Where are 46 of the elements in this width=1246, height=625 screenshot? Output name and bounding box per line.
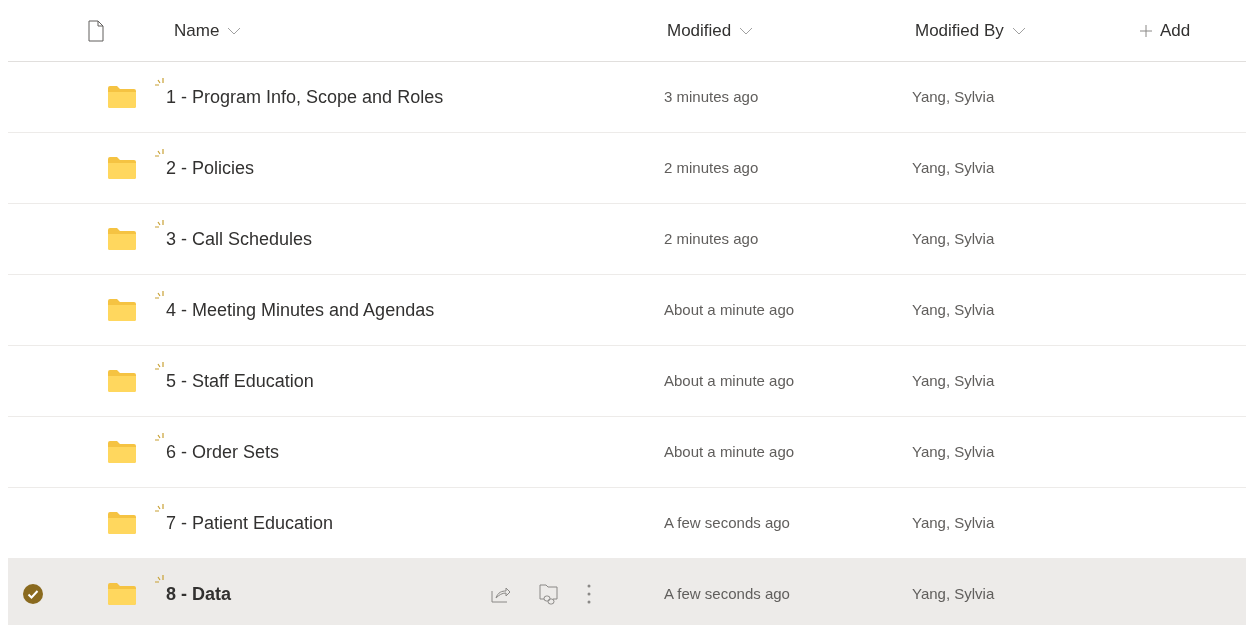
checkmark-circle-icon[interactable] <box>23 584 43 604</box>
chevron-down-icon <box>739 26 754 35</box>
plus-icon <box>1140 24 1152 37</box>
modified-by-name: Yang, Sylvia <box>912 441 995 462</box>
copy-link-icon[interactable] <box>539 583 559 605</box>
folder-icon <box>108 157 136 179</box>
more-options-icon[interactable] <box>587 584 591 604</box>
modified-by-name: Yang, Sylvia <box>912 583 995 604</box>
file-type-icon <box>88 19 104 42</box>
modified-time: A few seconds ago <box>664 512 791 533</box>
folder-name-link[interactable]: 4 - Meeting Minutes and Agendas <box>166 299 435 320</box>
chevron-down-icon <box>227 26 242 35</box>
column-header[interactable]: Modified <box>667 17 915 44</box>
modified-time: About a minute ago <box>664 370 796 391</box>
folder-row[interactable]: 8 - Data A few seconds ago Yang, Sylvia <box>8 559 1246 625</box>
folder-icon <box>108 86 136 108</box>
modified-time: 2 minutes ago <box>664 228 760 249</box>
add-column-button[interactable]: Add <box>1140 17 1191 44</box>
modified-time: About a minute ago <box>664 299 796 320</box>
modified-by-name: Yang, Sylvia <box>912 86 995 107</box>
modified-time: A few seconds ago <box>664 583 791 604</box>
modified-by-name: Yang, Sylvia <box>912 228 995 249</box>
folder-icon <box>108 583 136 605</box>
modified-by-name: Yang, Sylvia <box>912 512 995 533</box>
folder-name-link[interactable]: 1 - Program Info, Scope and Roles <box>166 86 444 107</box>
share-icon[interactable] <box>491 585 511 603</box>
chevron-down-icon <box>1011 26 1026 35</box>
folder-icon <box>108 299 136 321</box>
modified-by-name: Yang, Sylvia <box>912 299 995 320</box>
modified-by-name: Yang, Sylvia <box>912 157 995 178</box>
modified-time: 3 minutes ago <box>664 86 760 107</box>
folder-name-link[interactable]: 3 - Call Schedules <box>166 228 313 249</box>
modified-time: About a minute ago <box>664 441 796 462</box>
folder-icon <box>108 512 136 534</box>
folder-icon <box>108 441 136 463</box>
folder-icon <box>108 228 136 250</box>
folder-name-link[interactable]: 7 - Patient Education <box>166 512 334 533</box>
folder-name-link[interactable]: 2 - Policies <box>166 157 255 178</box>
modified-time: 2 minutes ago <box>664 157 760 178</box>
column-header[interactable]: Modified By <box>915 17 1140 44</box>
column-header[interactable]: Name <box>174 17 667 44</box>
folder-name-link[interactable]: 5 - Staff Education <box>166 370 314 391</box>
folder-name-link[interactable]: 6 - Order Sets <box>166 441 280 462</box>
folder-name-link[interactable]: 8 - Data <box>166 583 232 604</box>
folder-icon <box>108 370 136 392</box>
modified-by-name: Yang, Sylvia <box>912 370 995 391</box>
